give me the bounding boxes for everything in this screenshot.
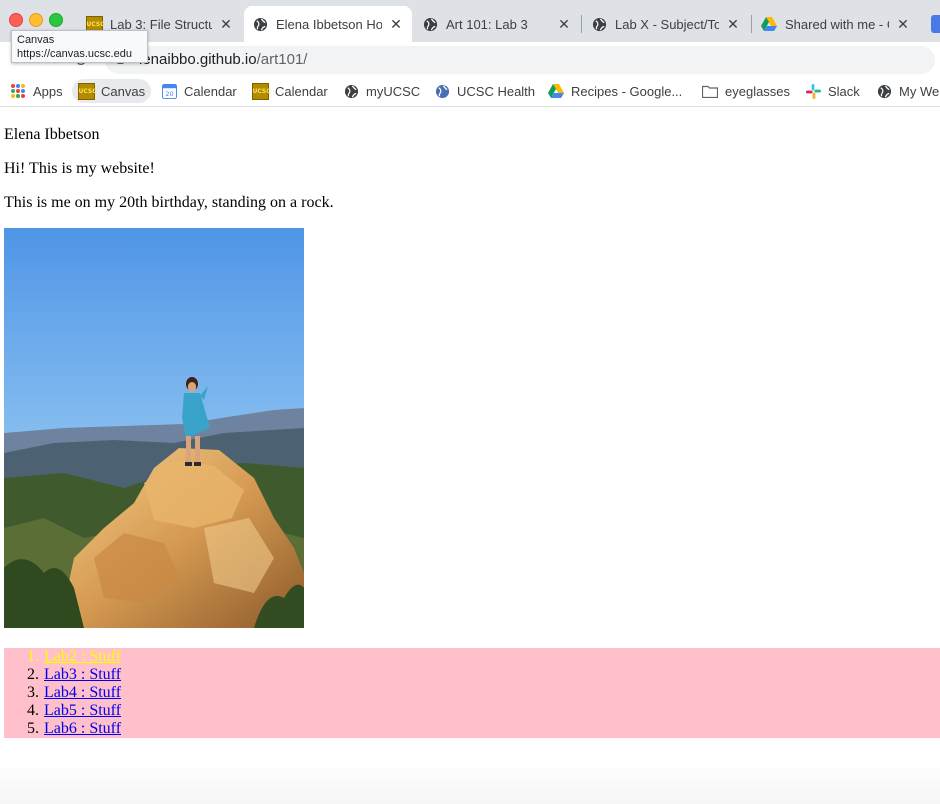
close-icon[interactable]: ✕ <box>388 16 404 32</box>
url-host: lenaibbo.github.io <box>139 51 257 68</box>
globe-icon <box>252 16 268 32</box>
lab3-link[interactable]: Lab3 : Stuff <box>44 666 121 683</box>
lab-list-item: Lab6 : Stuff <box>27 720 940 738</box>
minimize-window-button[interactable] <box>29 13 43 27</box>
google-drive-icon <box>548 83 564 99</box>
bookmark-label: eyeglasses <box>725 83 791 99</box>
bookmark-label: myUCSC <box>366 83 421 99</box>
close-icon[interactable]: ✕ <box>556 16 572 32</box>
google-docs-icon[interactable] <box>931 15 940 33</box>
bookmark-label: My Wel <box>899 83 940 99</box>
bookmark-label: Canvas <box>101 83 146 99</box>
globe-icon <box>591 16 607 32</box>
bookmark-apps[interactable]: Apps <box>4 79 69 103</box>
slack-icon <box>805 83 821 99</box>
close-window-button[interactable] <box>9 13 23 27</box>
address-bar[interactable]: 🔒︎ lenaibbo.github.io/art101/ <box>105 46 935 74</box>
bookmark-slack[interactable]: Slack <box>799 79 866 103</box>
lab4-link[interactable]: Lab4 : Stuff <box>44 684 121 701</box>
tab-shared-with-me[interactable]: Shared with me - G ✕ <box>753 6 919 42</box>
lab6-link[interactable]: Lab6 : Stuff <box>44 720 121 737</box>
bookmark-my-website[interactable]: My Wel <box>870 79 940 103</box>
apps-grid-icon <box>10 83 26 99</box>
bookmark-label: Calendar <box>184 83 237 99</box>
globe-icon <box>343 83 359 99</box>
globe-icon <box>876 83 892 99</box>
globe-icon <box>422 16 438 32</box>
tooltip-title: Canvas <box>17 34 55 46</box>
tab-label: Lab X - Subject/To <box>615 16 719 32</box>
lab-list-item: Lab3 : Stuff <box>27 666 940 684</box>
url-path: /art101/ <box>256 51 308 68</box>
bookmark-canvas[interactable]: UCSC Canvas <box>72 79 152 103</box>
close-icon[interactable]: ✕ <box>895 16 911 32</box>
tab-lab-x-subject[interactable]: Lab X - Subject/To ✕ <box>583 6 749 42</box>
tab-elena-ibbetson-home[interactable]: Elena Ibbetson Ho ✕ <box>244 6 412 42</box>
bookmark-ucsc-calendar[interactable]: UCSC Calendar <box>246 79 334 103</box>
close-icon[interactable]: ✕ <box>218 16 234 32</box>
bookmark-google-calendar[interactable]: 20 Calendar <box>155 79 243 103</box>
bookmark-ucsc-health[interactable]: UCSC Health <box>428 79 541 103</box>
bookmark-label: Slack <box>828 83 860 99</box>
fullscreen-window-button[interactable] <box>49 13 63 27</box>
tab-label: Elena Ibbetson Ho <box>276 16 382 32</box>
ucsc-icon: UCSC <box>251 82 271 100</box>
tab-label: Shared with me - G <box>785 16 889 32</box>
birthday-photo <box>4 228 304 628</box>
greeting-text: Hi! This is my website! <box>4 160 155 177</box>
google-calendar-icon: 20 <box>161 83 177 99</box>
tab-label: Art 101: Lab 3 <box>446 16 528 32</box>
lab-list: Lab2 : Stuff Lab3 : Stuff Lab4 : Stuff L… <box>4 648 940 738</box>
tab-strip: UCSC Lab 3: File Structu ✕ Elena Ibbetso… <box>0 0 940 63</box>
window-bottom-edge <box>0 760 940 804</box>
lab5-link[interactable]: Lab5 : Stuff <box>44 702 121 719</box>
photo-caption: This is me on my 20th birthday, standing… <box>4 194 334 211</box>
svg-text:20: 20 <box>165 90 173 98</box>
tooltip-url: https://canvas.ucsc.edu <box>17 48 132 60</box>
bookmark-recipes[interactable]: Recipes - Google... <box>542 79 688 103</box>
lab-list-item: Lab5 : Stuff <box>27 702 940 720</box>
bookmarks-bar: Apps UCSC Canvas 20 Calendar UCSC Calend… <box>0 76 940 107</box>
page-heading-name: Elena Ibbetson <box>4 126 100 143</box>
close-icon[interactable]: ✕ <box>725 16 741 32</box>
tab-separator <box>751 15 752 33</box>
globe-icon <box>434 83 450 99</box>
ucsc-icon: UCSC <box>77 82 97 100</box>
google-drive-icon <box>761 16 777 32</box>
tab-separator <box>581 15 582 33</box>
tab-tooltip: Canvas https://canvas.ucsc.edu <box>11 30 148 63</box>
bookmark-label: UCSC Health <box>457 83 536 99</box>
bookmark-myucsc[interactable]: myUCSC <box>337 79 426 103</box>
bookmark-label: Calendar <box>275 83 328 99</box>
lab2-link[interactable]: Lab2 : Stuff <box>44 648 121 665</box>
bookmark-label: Apps <box>33 83 63 99</box>
bookmark-label: Recipes - Google... <box>571 83 683 99</box>
webpage-content: Elena Ibbetson Hi! This is my website! T… <box>0 107 940 804</box>
lab-list-item: Lab4 : Stuff <box>27 684 940 702</box>
bookmark-folder-eyeglasses[interactable]: eyeglasses <box>696 79 796 103</box>
tab-art101-lab3[interactable]: Art 101: Lab 3 ✕ <box>414 6 580 42</box>
folder-icon <box>702 83 718 99</box>
lab-list-item: Lab2 : Stuff <box>27 648 940 666</box>
